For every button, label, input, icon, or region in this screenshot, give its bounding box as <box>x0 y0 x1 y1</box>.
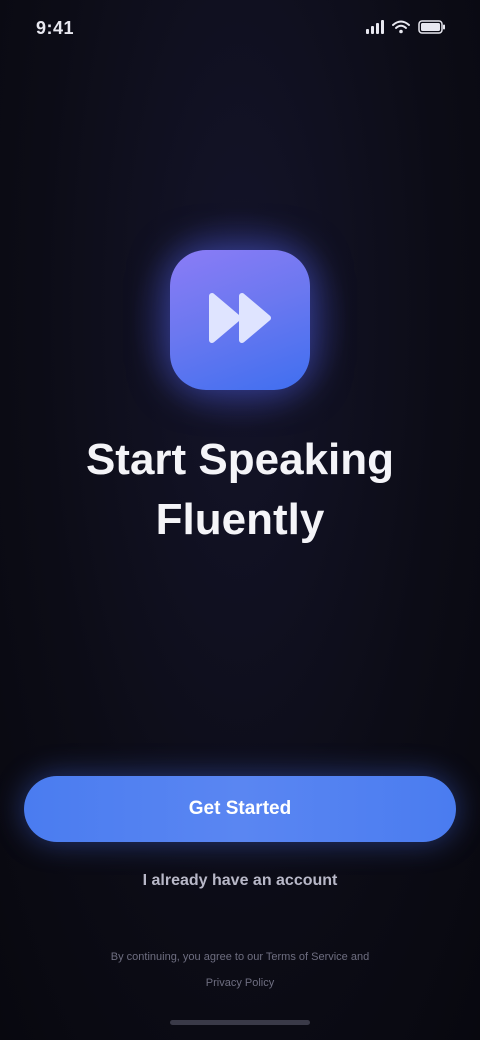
status-icons <box>366 20 446 34</box>
app-logo <box>170 250 310 390</box>
legal-line-2[interactable]: Privacy Policy <box>28 970 452 996</box>
get-started-button[interactable]: Get Started <box>24 776 456 842</box>
status-bar: 9:41 <box>0 0 480 60</box>
legal-disclaimer: By continuing, you agree to our Terms of… <box>28 944 452 996</box>
battery-icon <box>418 20 446 34</box>
wifi-icon <box>392 20 410 34</box>
headline-line-1: Start Speaking <box>85 435 395 484</box>
home-indicator[interactable] <box>170 1020 310 1025</box>
legal-line-1: By continuing, you agree to our Terms of… <box>110 951 370 963</box>
page-title: Start Speaking Fluently <box>40 430 440 550</box>
signal-icon <box>366 20 384 34</box>
status-time: 9:41 <box>36 18 75 38</box>
welcome-screen: 9:41 Start Speaking Fluently Get Started… <box>0 0 480 1040</box>
headline-line-2: Fluently <box>155 495 325 544</box>
sign-in-link[interactable]: I already have an account <box>40 872 440 890</box>
fast-forward-icon <box>204 288 276 353</box>
